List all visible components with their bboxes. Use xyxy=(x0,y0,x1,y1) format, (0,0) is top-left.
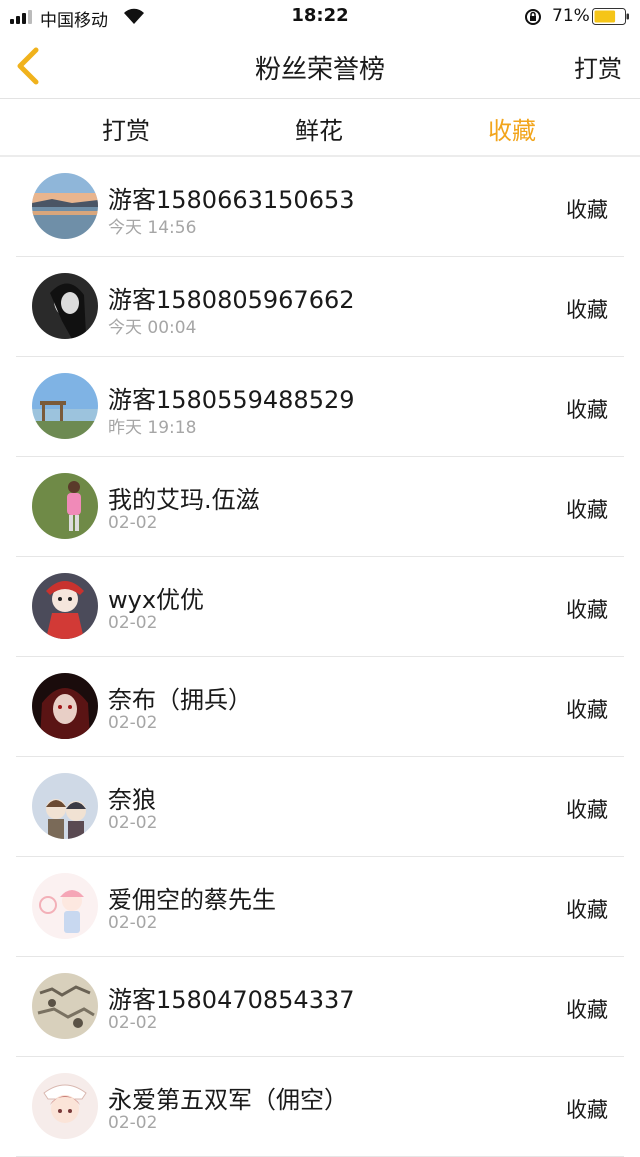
user-name: 永爱第五双军（佣空） xyxy=(108,1086,348,1114)
action-label: 收藏 xyxy=(566,598,608,622)
pink-figure-grass-avatar-icon xyxy=(32,473,98,539)
avatar xyxy=(32,473,98,539)
action-label: 收藏 xyxy=(566,298,608,322)
action-label: 收藏 xyxy=(566,798,608,822)
bw-girl-avatar-icon xyxy=(32,273,98,339)
page-title: 粉丝荣誉榜 xyxy=(254,55,385,85)
action-label: 收藏 xyxy=(566,698,608,722)
sketch-avatar-icon xyxy=(32,973,98,1039)
list-item[interactable]: 我的艾玛.伍滋 02-02 收藏 xyxy=(16,457,624,557)
rotation-lock-icon xyxy=(525,9,541,25)
pink-chibi-avatar-icon xyxy=(32,873,98,939)
avatar xyxy=(32,373,98,439)
action-label: 收藏 xyxy=(566,898,608,922)
activity-time: 02-02 xyxy=(108,813,158,833)
reward-button[interactable]: 打赏 xyxy=(574,49,622,84)
list-item[interactable]: 奈布（拥兵） 02-02 收藏 xyxy=(16,657,624,757)
action-label: 收藏 xyxy=(566,498,608,522)
activity-time: 02-02 xyxy=(108,513,158,533)
avatar xyxy=(32,273,98,339)
list-item[interactable]: wyx优优 02-02 收藏 xyxy=(16,557,624,657)
user-name: 游客1580559488529 xyxy=(108,386,355,414)
list-item[interactable]: 游客1580805967662 今天 00:04 收藏 xyxy=(16,257,624,357)
avatar xyxy=(32,673,98,739)
avatar xyxy=(32,173,98,239)
status-bar: 中国移动 18:22 71% xyxy=(0,0,640,34)
user-name: 游客1580470854337 xyxy=(108,986,355,1014)
avatar xyxy=(32,773,98,839)
activity-time: 02-02 xyxy=(108,913,158,933)
action-label: 收藏 xyxy=(566,1098,608,1122)
user-name: 游客1580805967662 xyxy=(108,286,355,314)
tab-flowers[interactable]: 鲜花 xyxy=(259,111,379,146)
list-item[interactable]: 游客1580559488529 昨天 19:18 收藏 xyxy=(16,357,624,457)
activity-time: 02-02 xyxy=(108,713,158,733)
nav-bar: 粉丝荣誉榜 打赏 xyxy=(0,34,640,98)
list-item[interactable]: 爱佣空的蔡先生 02-02 收藏 xyxy=(16,857,624,957)
user-name: 奈狼 xyxy=(108,786,156,814)
list-item[interactable]: 奈狼 02-02 收藏 xyxy=(16,757,624,857)
dark-anime-avatar-icon xyxy=(32,673,98,739)
activity-time: 今天 14:56 xyxy=(108,218,197,238)
activity-time: 02-02 xyxy=(108,1113,158,1133)
action-label: 收藏 xyxy=(566,398,608,422)
clock: 18:22 xyxy=(291,5,349,26)
battery-percent: 71% xyxy=(552,6,590,26)
action-label: 收藏 xyxy=(566,198,608,222)
opera-doll-avatar-icon xyxy=(32,573,98,639)
avatar xyxy=(32,573,98,639)
pier-sky-avatar-icon xyxy=(32,373,98,439)
maid-chibi-avatar-icon xyxy=(32,1073,98,1139)
battery-icon xyxy=(592,8,629,25)
avatar xyxy=(32,973,98,1039)
user-name: 爱佣空的蔡先生 xyxy=(108,886,276,914)
user-name: 游客1580663150653 xyxy=(108,186,355,214)
user-name: 奈布（拥兵） xyxy=(108,686,252,714)
avatar xyxy=(32,1073,98,1139)
activity-time: 昨天 19:18 xyxy=(108,418,197,438)
list-item[interactable]: 游客1580470854337 02-02 收藏 xyxy=(16,957,624,1057)
action-label: 收藏 xyxy=(566,998,608,1022)
list-item[interactable]: 游客1580663150653 今天 14:56 收藏 xyxy=(16,157,624,257)
user-name: wyx优优 xyxy=(108,586,205,614)
user-name: 我的艾玛.伍滋 xyxy=(108,486,260,514)
lake-sunset-avatar-icon xyxy=(32,173,98,239)
tab-favorites[interactable]: 收藏 xyxy=(452,111,572,146)
activity-time: 02-02 xyxy=(108,613,158,633)
fan-list: 游客1580663150653 今天 14:56 收藏 游客1580805967… xyxy=(0,157,640,1157)
list-item[interactable]: 永爱第五双军（佣空） 02-02 收藏 xyxy=(16,1057,624,1157)
avatar xyxy=(32,873,98,939)
tab-reward[interactable]: 打赏 xyxy=(66,111,186,146)
tab-bar: 打赏 鲜花 收藏 xyxy=(0,99,640,155)
activity-time: 今天 00:04 xyxy=(108,318,197,338)
chibi-pair-avatar-icon xyxy=(32,773,98,839)
activity-time: 02-02 xyxy=(108,1013,158,1033)
